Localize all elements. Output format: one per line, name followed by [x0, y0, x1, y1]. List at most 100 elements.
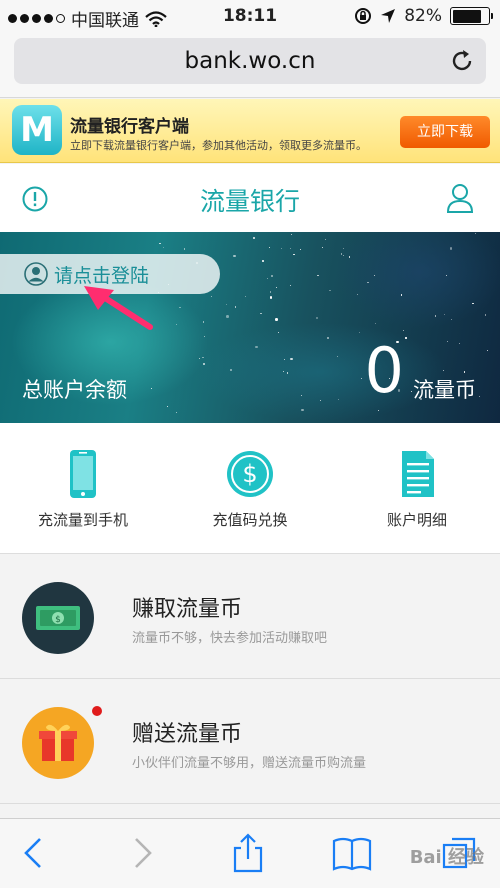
star-dot [262, 260, 264, 262]
balance-value: 0 [364, 334, 404, 407]
star-dot [360, 378, 362, 380]
svg-text:$: $ [55, 615, 61, 625]
list-item-icon-circle: $ [22, 582, 94, 654]
star-dot [450, 319, 452, 321]
star-dot [322, 246, 324, 248]
back-icon[interactable] [14, 833, 54, 873]
star-dot [167, 405, 169, 407]
star-dot [463, 371, 465, 373]
star-dot [329, 290, 331, 292]
bookmarks-icon[interactable] [332, 833, 372, 873]
orientation-lock-icon [355, 8, 372, 24]
dollar-coin-icon: $ [227, 451, 273, 497]
star-dot [202, 357, 204, 359]
star-dot [203, 335, 205, 337]
list-item-subtitle: 小伙伴们流量不够用，赠送流量币购流量 [132, 756, 367, 771]
shortcut-grid: 充流量到手机 $ 充值码兑换 账户明细 [0, 423, 500, 554]
forward-icon[interactable] [122, 833, 162, 873]
star-dot [374, 322, 376, 325]
shortcut-label: 充流量到手机 [37, 511, 128, 529]
star-dot [337, 356, 339, 358]
star-dot [162, 247, 164, 249]
app-download-banner[interactable]: M 流量银行客户端 立即下载流量银行客户端，参加其他活动，领取更多流量币。 立即… [0, 99, 500, 163]
star-dot [367, 281, 369, 283]
banner-subtitle: 立即下载流量银行客户端，参加其他活动，领取更多流量币。 [70, 139, 367, 152]
list-item-icon-circle [22, 707, 94, 779]
star-dot [183, 248, 185, 250]
battery-fill [452, 9, 482, 23]
reload-icon[interactable] [448, 47, 476, 75]
star-dot [253, 237, 255, 239]
star-dot [410, 390, 412, 392]
star-dot [349, 256, 351, 258]
star-dot [179, 306, 181, 308]
star-dot [270, 274, 274, 278]
page-title: 流量银行 [199, 187, 300, 216]
star-dot [293, 254, 295, 256]
list-item-earn-coins[interactable]: $ 赚取流量币 流量币不够，快去参加活动赚取吧 [0, 555, 500, 679]
star-dot [233, 254, 236, 258]
account-hero-banner: 请点击登陆 总账户余额 0 流量币 [0, 232, 500, 423]
star-dot [472, 302, 474, 304]
star-dot [175, 411, 177, 414]
star-dot [235, 306, 237, 308]
svg-text:$: $ [242, 460, 257, 488]
star-dot [358, 331, 361, 334]
shortcut-recharge-phone[interactable]: 充流量到手机 [0, 423, 166, 554]
app-logo: M [12, 105, 62, 155]
star-dot [300, 395, 303, 397]
user-profile-icon[interactable] [446, 183, 474, 213]
shortcut-account-details[interactable]: 账户明细 [334, 423, 500, 554]
star-dot [478, 395, 480, 398]
list-item-gift-coins[interactable]: 赠送流量币 小伙伴们流量不够用，赠送流量币购流量 [0, 680, 500, 804]
star-dot [357, 293, 359, 295]
star-dot [338, 398, 340, 400]
star-dot [269, 296, 273, 299]
star-dot [327, 337, 329, 339]
money-icon: $ [36, 606, 80, 630]
star-dot [475, 233, 477, 235]
star-dot [283, 370, 285, 373]
star-dot [260, 313, 262, 315]
url-text[interactable]: bank.wo.cn [14, 48, 486, 74]
list-item-title: 赠送流量币 [132, 722, 243, 747]
watermark-text: Bai 经验 [409, 847, 484, 868]
download-button[interactable]: 立即下载 [400, 116, 490, 148]
star-dot [343, 247, 345, 249]
star-dot [289, 284, 291, 286]
star-dot [202, 362, 205, 366]
star-dot [401, 294, 403, 296]
shortcut-redeem-code[interactable]: $ 充值码兑换 [167, 423, 333, 554]
star-dot [255, 345, 258, 349]
star-dot [151, 387, 153, 389]
star-dot [269, 246, 271, 248]
star-dot [317, 274, 319, 276]
shortcut-label: 充值码兑换 [212, 511, 288, 529]
star-dot [290, 357, 293, 361]
star-dot [226, 315, 229, 318]
status-bar: 中国联通 18:11 82% [0, 0, 500, 32]
list-item-subtitle: 流量币不够，快去参加活动赚取吧 [132, 631, 328, 646]
star-dot [283, 358, 285, 361]
star-dot [301, 408, 304, 412]
balance-label: 总账户余额 [22, 378, 127, 402]
star-dot [290, 233, 293, 235]
share-icon[interactable] [228, 833, 268, 873]
banner-title: 流量银行客户端 [70, 117, 189, 137]
star-dot [276, 287, 278, 289]
list-item-title: 赚取流量币 [132, 597, 243, 622]
location-arrow-icon [381, 9, 396, 23]
shortcut-label: 账户明细 [386, 511, 447, 529]
battery-percent: 82% [404, 6, 442, 26]
star-dot [230, 369, 232, 371]
star-dot [373, 275, 375, 277]
star-dot [176, 324, 178, 326]
star-dot [225, 304, 228, 306]
star-dot [159, 243, 161, 245]
avatar-icon [24, 262, 48, 286]
star-dot [485, 314, 487, 316]
star-dot [244, 295, 247, 298]
star-dot [203, 321, 205, 323]
star-dot [275, 318, 278, 321]
address-bar[interactable]: bank.wo.cn [14, 38, 486, 84]
